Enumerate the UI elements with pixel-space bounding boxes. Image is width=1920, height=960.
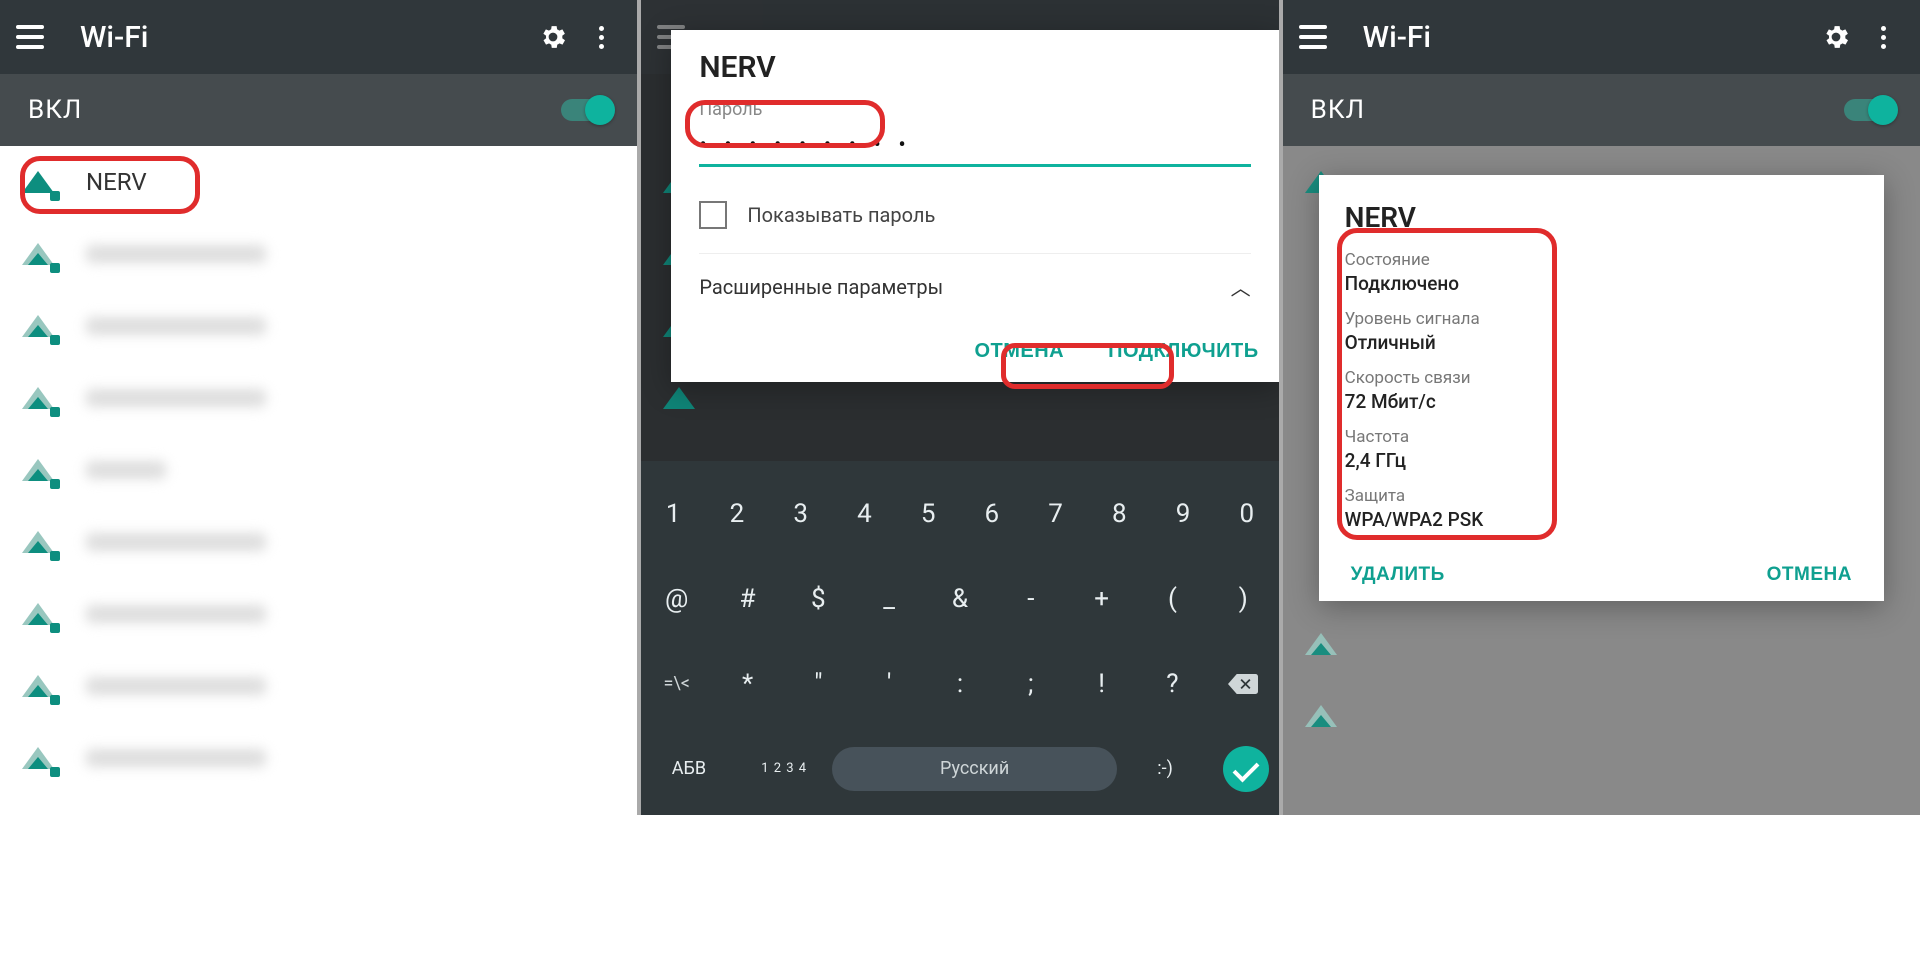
appbar: Wi-Fi	[0, 0, 637, 74]
key-abc[interactable]: АБВ	[641, 726, 736, 811]
key[interactable]: 5	[896, 471, 960, 556]
key[interactable]: !	[1066, 641, 1137, 726]
key[interactable]: 7	[1024, 471, 1088, 556]
speed-value: 72 Мбит/с	[1345, 390, 1858, 413]
key[interactable]: 0	[1215, 471, 1279, 556]
wifi-network-item[interactable]	[0, 362, 637, 434]
wifi-signal-icon	[18, 165, 58, 199]
security-value: WPA/WPA2 PSK	[1345, 508, 1858, 531]
connect-dialog: NERV Пароль • • • • • • • • • Показывать…	[671, 30, 1278, 382]
connect-button[interactable]: ПОДКЛЮЧИТЬ	[1102, 339, 1265, 364]
signal-label: Уровень сигнала	[1345, 309, 1858, 329]
key[interactable]: )	[1208, 556, 1279, 641]
wifi-network-item[interactable]	[0, 218, 637, 290]
forget-button[interactable]: УДАЛИТЬ	[1345, 563, 1451, 587]
overflow-icon[interactable]	[1864, 17, 1904, 57]
wifi-network-item[interactable]	[0, 434, 637, 506]
wifi-toggle-row: ВКЛ	[1283, 74, 1920, 146]
key[interactable]: 3	[769, 471, 833, 556]
wifi-network-item[interactable]	[0, 722, 637, 794]
show-password-label: Показывать пароль	[747, 203, 935, 227]
key[interactable]: -	[995, 556, 1066, 641]
wifi-network-item[interactable]	[0, 290, 637, 362]
signal-value: Отличный	[1345, 331, 1858, 354]
cancel-button[interactable]: ОТМЕНА	[1761, 563, 1858, 587]
cancel-button[interactable]: ОТМЕНА	[968, 339, 1070, 364]
dialog-ssid: NERV	[1345, 201, 1858, 234]
key[interactable]: $	[783, 556, 854, 641]
wifi-toggle-label: ВКЛ	[1311, 95, 1844, 125]
wifi-network-item[interactable]	[0, 506, 637, 578]
key[interactable]: @	[641, 556, 712, 641]
key[interactable]: ;	[995, 641, 1066, 726]
wifi-network-item[interactable]	[0, 578, 637, 650]
panel-wifi-list: Wi-Fi ВКЛ NERV	[0, 0, 637, 815]
dialog-ssid: NERV	[699, 50, 1250, 85]
key[interactable]: (	[1137, 556, 1208, 641]
advanced-label: Расширенные параметры	[699, 275, 943, 299]
appbar: Wi-Fi	[1283, 0, 1920, 74]
key-emoji[interactable]: :-)	[1117, 726, 1212, 811]
wifi-toggle-row: ВКЛ	[0, 74, 637, 146]
wifi-toggle-label: ВКЛ	[28, 95, 561, 125]
overflow-icon[interactable]	[581, 17, 621, 57]
speed-label: Скорость связи	[1345, 368, 1858, 388]
hamburger-icon[interactable]	[1299, 19, 1335, 55]
key-space[interactable]: Русский	[832, 747, 1118, 791]
key[interactable]: 6	[960, 471, 1024, 556]
key[interactable]: 1	[641, 471, 705, 556]
wifi-toggle[interactable]	[561, 99, 609, 121]
key[interactable]: 8	[1087, 471, 1151, 556]
hamburger-icon[interactable]	[16, 19, 52, 55]
key[interactable]: :	[925, 641, 996, 726]
key[interactable]: '	[854, 641, 925, 726]
key[interactable]: 9	[1151, 471, 1215, 556]
key[interactable]: 2	[705, 471, 769, 556]
checkbox-icon[interactable]	[699, 201, 727, 229]
network-info-dialog: NERV СостояниеПодключено Уровень сигнала…	[1319, 175, 1884, 601]
freq-value: 2,4 ГГц	[1345, 449, 1858, 472]
key[interactable]: 4	[833, 471, 897, 556]
wifi-toggle[interactable]	[1844, 99, 1892, 121]
key[interactable]: +	[1066, 556, 1137, 641]
panel-connect-dialog: NERV Пароль • • • • • • • • • Показывать…	[641, 0, 1278, 815]
settings-icon[interactable]	[1816, 17, 1856, 57]
keyboard[interactable]: 1234567890 @#$_&-+() =\<*"':;!? АБВ 1 2 …	[641, 461, 1278, 815]
wifi-network-item[interactable]	[0, 650, 637, 722]
key[interactable]: _	[854, 556, 925, 641]
key[interactable]: #	[712, 556, 783, 641]
password-label: Пароль	[699, 99, 1250, 120]
key[interactable]: "	[783, 641, 854, 726]
key[interactable]: &	[925, 556, 996, 641]
key-sub[interactable]: 1 2 3 4	[737, 726, 832, 811]
chevron-up-icon: ︿	[1231, 272, 1251, 301]
show-password-row[interactable]: Показывать пароль	[699, 201, 1250, 229]
advanced-toggle[interactable]: Расширенные параметры ︿	[699, 253, 1250, 325]
wifi-ssid: NERV	[86, 168, 147, 196]
appbar-title: Wi-Fi	[1363, 20, 1808, 55]
key-symshift[interactable]: =\<	[641, 641, 712, 726]
wifi-network-list: NERV	[0, 146, 637, 794]
settings-icon[interactable]	[533, 17, 573, 57]
key[interactable]: ?	[1137, 641, 1208, 726]
wifi-network-item[interactable]: NERV	[0, 146, 637, 218]
panel-network-info: Wi-Fi ВКЛ NERV СостояниеПодключено Урове…	[1283, 0, 1920, 815]
appbar-title: Wi-Fi	[80, 20, 525, 55]
security-label: Защита	[1345, 486, 1858, 506]
key[interactable]: *	[712, 641, 783, 726]
freq-label: Частота	[1345, 427, 1858, 447]
status-label: Состояние	[1345, 250, 1858, 270]
password-input[interactable]: • • • • • • • • •	[699, 124, 1250, 167]
key-enter[interactable]	[1223, 746, 1269, 792]
status-value: Подключено	[1345, 272, 1858, 295]
key-backspace[interactable]	[1208, 641, 1279, 726]
